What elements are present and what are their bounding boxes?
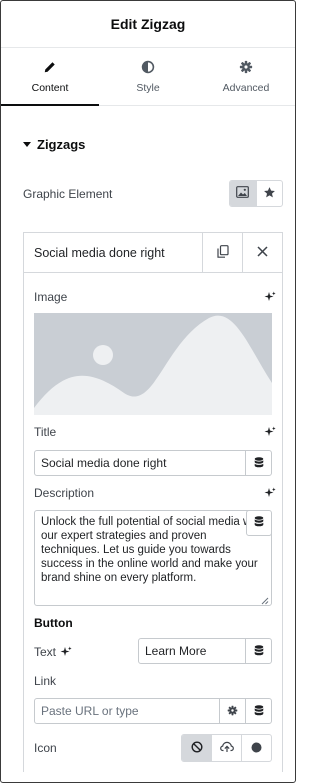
description-textarea[interactable]: Unlock the full potential of social medi…: [34, 510, 272, 606]
duplicate-button[interactable]: [202, 232, 242, 273]
section-toggle[interactable]: Zigzags: [23, 137, 85, 152]
button-text-input[interactable]: Learn More: [138, 638, 272, 664]
database-icon: [254, 704, 264, 719]
panel-tabs: Content Style Advanced: [1, 48, 295, 106]
panel-header: Edit Zigzag: [1, 1, 295, 48]
dynamic-tags-button[interactable]: [245, 451, 271, 475]
none-icon: [190, 740, 203, 756]
zigzag-item: Social media done right Image Title Soci…: [23, 232, 283, 772]
link-options-button[interactable]: [219, 699, 245, 723]
editor-panel: Edit Zigzag Content Style Advanced Zigza…: [0, 0, 296, 783]
resize-handle-icon[interactable]: [261, 595, 269, 605]
star-icon: [263, 186, 276, 202]
panel-title: Edit Zigzag: [110, 16, 186, 32]
tab-advanced[interactable]: Advanced: [197, 48, 295, 105]
image-label: Image: [34, 290, 68, 304]
description-value: Unlock the full potential of social medi…: [41, 516, 264, 584]
description-label: Description: [34, 486, 95, 500]
zigzag-item-header[interactable]: Social media done right: [24, 232, 282, 273]
text-label: Text: [34, 645, 57, 659]
tab-label: Advanced: [222, 81, 270, 94]
text-label-group: Text: [34, 645, 72, 659]
graphic-element-choices: [229, 180, 283, 207]
tab-style[interactable]: Style: [99, 48, 197, 105]
icon-none-button[interactable]: [182, 735, 211, 761]
database-icon: [254, 515, 264, 531]
gear-icon: [239, 60, 253, 77]
remove-button[interactable]: [242, 232, 282, 273]
title-label: Title: [34, 425, 57, 439]
gear-icon: [227, 704, 238, 719]
copy-icon: [216, 244, 229, 261]
icon-library-button[interactable]: [241, 735, 271, 761]
graphic-icon-button[interactable]: [255, 181, 283, 206]
image-placeholder[interactable]: [34, 313, 272, 415]
button-text-value[interactable]: Learn More: [139, 639, 245, 663]
dynamic-tags-button[interactable]: [246, 511, 271, 536]
graphic-element-label: Graphic Element: [23, 187, 113, 201]
icon-upload-button[interactable]: [211, 735, 241, 761]
circle-icon: [251, 741, 262, 756]
dynamic-tags-button[interactable]: [245, 699, 271, 723]
link-input[interactable]: Paste URL or type: [34, 698, 272, 724]
database-icon: [254, 644, 264, 659]
title-input[interactable]: Social media done right: [34, 450, 272, 476]
icon-label: Icon: [34, 741, 57, 755]
ai-sparkle-icon[interactable]: [264, 487, 276, 499]
dynamic-tags-button[interactable]: [245, 639, 271, 663]
upload-icon: [219, 741, 234, 756]
pencil-icon: [43, 60, 57, 77]
tab-label: Content: [31, 81, 69, 94]
caret-down-icon: [23, 142, 31, 147]
half-circle-icon: [141, 60, 155, 77]
graphic-image-button[interactable]: [230, 181, 256, 206]
link-placeholder[interactable]: Paste URL or type: [35, 699, 219, 723]
button-heading: Button: [34, 616, 73, 630]
ai-sparkle-icon[interactable]: [264, 291, 276, 303]
ai-sparkle-icon[interactable]: [264, 426, 276, 438]
tab-content[interactable]: Content: [1, 48, 99, 106]
image-icon: [236, 186, 250, 201]
icon-choices: [181, 734, 272, 762]
ai-sparkle-icon[interactable]: [60, 646, 72, 658]
database-icon: [254, 456, 264, 471]
title-value[interactable]: Social media done right: [35, 451, 245, 475]
link-label: Link: [34, 674, 57, 688]
section-title: Zigzags: [37, 137, 86, 152]
tab-label: Style: [136, 81, 160, 94]
zigzag-item-title: Social media done right: [34, 245, 165, 260]
close-icon: [257, 245, 268, 260]
